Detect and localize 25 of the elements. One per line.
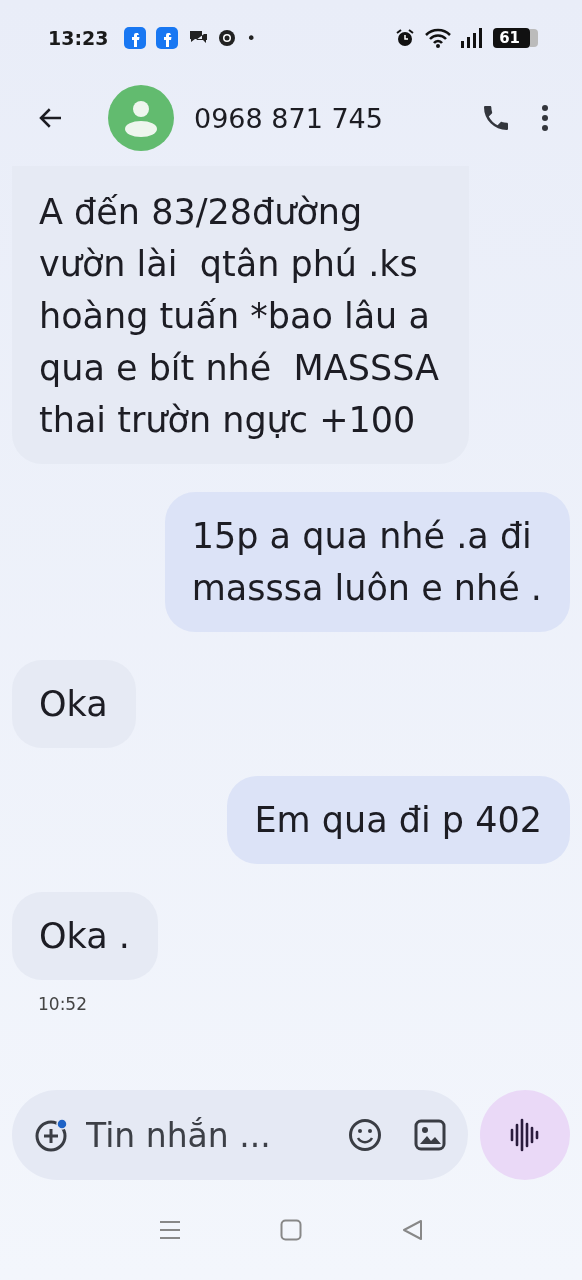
alarm-icon [395,28,416,48]
back-icon[interactable] [400,1219,423,1241]
sent-message: 15p a qua nhé .a đi masssa luôn e nhé . [164,492,570,632]
battery-indicator: 61 [493,28,538,48]
facebook-icon [156,27,179,49]
add-icon[interactable] [34,1117,70,1153]
menu-icon[interactable] [159,1220,182,1240]
message-time: 10:52 [38,994,88,1014]
facebook-icon [124,27,147,49]
status-time: 13:23 [48,27,109,49]
notification-dot: • [246,28,256,48]
contact-number: 0968 871 745 [194,102,384,134]
emoji-icon[interactable] [348,1118,382,1152]
sent-message: Em qua đi p 402 [227,776,570,864]
received-message: A đến 83/28đường vườn lài qtân phú .ks hoàng tuấn *bao lâu a qua e bít nhé MASSSA thai trườn ngực +100 [12,166,469,464]
home-icon[interactable] [280,1219,302,1241]
image-icon[interactable] [414,1119,446,1151]
more-icon [540,103,550,133]
message-input[interactable]: Tin nhắn ... [84,1114,334,1156]
wifi-icon [425,28,452,48]
avatar-icon [108,85,174,151]
received-message: Oka [12,660,136,748]
waveform-icon [510,1118,540,1152]
received-message: Oka . [12,892,158,980]
signal-icon [461,28,484,48]
